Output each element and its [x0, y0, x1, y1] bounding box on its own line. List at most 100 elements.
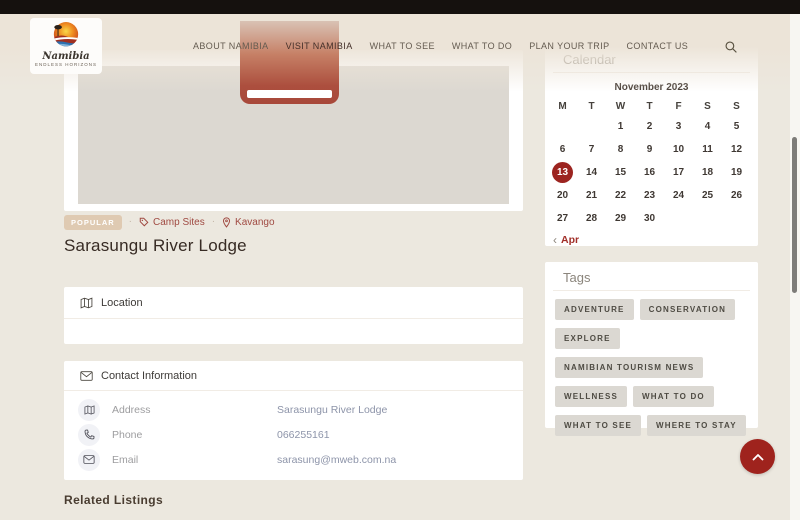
- calendar-day[interactable]: 13: [548, 161, 577, 184]
- calendar-day[interactable]: 11: [693, 138, 722, 161]
- site-logo[interactable]: Namibia Endless Horizons: [30, 18, 102, 74]
- calendar-day[interactable]: 24: [664, 184, 693, 207]
- tag-chip-conservation[interactable]: CONSERVATION: [640, 299, 736, 320]
- contact-section: Contact Information AddressSarasungu Riv…: [64, 361, 523, 480]
- search-button[interactable]: [724, 40, 739, 55]
- contact-value-address[interactable]: Sarasungu River Lodge: [277, 404, 387, 416]
- calendar-day[interactable]: 22: [606, 184, 635, 207]
- dropdown-menu-item[interactable]: [247, 90, 332, 98]
- contact-label: Address: [112, 404, 277, 416]
- calendar-day[interactable]: 5: [722, 115, 751, 138]
- calendar-day[interactable]: 27: [548, 207, 577, 230]
- meta-separator: ·: [212, 217, 215, 227]
- calendar-selected-day[interactable]: 13: [552, 162, 573, 183]
- nav-item-plan-your-trip[interactable]: PLAN YOUR TRIP: [529, 41, 609, 51]
- nav-item-about-namibia[interactable]: ABOUT NAMIBIA: [193, 41, 269, 51]
- calendar-day[interactable]: 28: [577, 207, 606, 230]
- contact-row-address: AddressSarasungu River Lodge: [78, 397, 509, 422]
- calendar-day[interactable]: 19: [722, 161, 751, 184]
- contact-section-header: Contact Information: [64, 361, 523, 391]
- related-listings-heading: Related Listings: [64, 493, 163, 507]
- calendar-footer: ‹ Apr: [553, 234, 758, 246]
- tag-list: ADVENTURE CONSERVATION EXPLORE NAMIBIAN TOU…: [545, 291, 758, 444]
- search-icon: [724, 40, 739, 55]
- nav-item-what-to-do[interactable]: WHAT TO DO: [452, 41, 512, 51]
- calendar-day[interactable]: 4: [693, 115, 722, 138]
- map-icon: [80, 297, 93, 309]
- calendar-empty-cell: [548, 115, 577, 138]
- map-pin-icon: [222, 217, 231, 228]
- calendar-weekday: M: [548, 98, 577, 115]
- location-section-title: Location: [101, 297, 143, 309]
- calendar-day[interactable]: 17: [664, 161, 693, 184]
- scrollbar-thumb[interactable]: [792, 137, 797, 293]
- scroll-to-top-button[interactable]: [740, 439, 775, 474]
- nav-menu: ABOUT NAMIBIA VISIT NAMIBIA WHAT TO SEE WHA…: [193, 41, 688, 51]
- calendar-day[interactable]: 25: [693, 184, 722, 207]
- calendar-weekday: F: [664, 98, 693, 115]
- calendar-day[interactable]: 20: [548, 184, 577, 207]
- meta-separator: ·: [129, 217, 132, 227]
- sunset-logo-icon: [48, 20, 84, 52]
- calendar-day[interactable]: 23: [635, 184, 664, 207]
- calendar-day[interactable]: 21: [577, 184, 606, 207]
- location-section: Location: [64, 287, 523, 344]
- category-label: Camp Sites: [153, 217, 205, 228]
- popular-badge: POPULAR: [64, 215, 122, 230]
- tag-chip-what-to-do[interactable]: WHAT TO DO: [633, 386, 714, 407]
- contact-value-email[interactable]: sarasung@mweb.com.na: [277, 454, 396, 466]
- region-link[interactable]: Kavango: [222, 217, 274, 228]
- logo-tagline-text: Endless Horizons: [35, 62, 97, 68]
- calendar-day[interactable]: 7: [577, 138, 606, 161]
- map-icon: [78, 399, 100, 421]
- calendar-empty-cell: [722, 207, 751, 230]
- page: POPULAR · Camp Sites · Kavango Sarasungu…: [0, 0, 800, 520]
- nav-item-what-to-see[interactable]: WHAT TO SEE: [370, 41, 435, 51]
- tag-chip-where-to-stay[interactable]: WHERE TO STAY: [647, 415, 746, 436]
- calendar-weekday: S: [693, 98, 722, 115]
- tags-widget-title: Tags: [553, 262, 750, 290]
- nav-item-visit-namibia[interactable]: VISIT NAMIBIA: [286, 41, 353, 51]
- email-icon: [78, 449, 100, 471]
- scrollbar-track[interactable]: [790, 14, 800, 520]
- calendar-day[interactable]: 26: [722, 184, 751, 207]
- contact-row-phone: Phone066255161: [78, 422, 509, 447]
- logo-brand-text: Namibia: [42, 52, 89, 62]
- category-link[interactable]: Camp Sites: [139, 217, 205, 228]
- calendar-day[interactable]: 14: [577, 161, 606, 184]
- tag-chip-namibian-tourism-news[interactable]: NAMIBIAN TOURISM NEWS: [555, 357, 703, 378]
- contact-value-phone[interactable]: 066255161: [277, 429, 330, 441]
- calendar-weekday: T: [577, 98, 606, 115]
- top-black-bar: [0, 0, 800, 14]
- tag-chip-what-to-see[interactable]: WHAT TO SEE: [555, 415, 641, 436]
- calendar-day[interactable]: 1: [606, 115, 635, 138]
- nav-item-contact-us[interactable]: CONTACT US: [627, 41, 689, 51]
- calendar-weekday: T: [635, 98, 664, 115]
- chevron-left-icon: ‹: [553, 235, 557, 245]
- tags-title-row: Tags: [553, 262, 750, 291]
- calendar-day[interactable]: 3: [664, 115, 693, 138]
- calendar-day[interactable]: 6: [548, 138, 577, 161]
- calendar-day[interactable]: 30: [635, 207, 664, 230]
- contact-row-email: Emailsarasung@mweb.com.na: [78, 447, 509, 472]
- calendar-day[interactable]: 29: [606, 207, 635, 230]
- calendar-empty-cell: [693, 207, 722, 230]
- calendar-day[interactable]: 8: [606, 138, 635, 161]
- calendar-day[interactable]: 9: [635, 138, 664, 161]
- calendar-day[interactable]: 10: [664, 138, 693, 161]
- calendar-day[interactable]: 15: [606, 161, 635, 184]
- tag-chip-explore[interactable]: EXPLORE: [555, 328, 620, 349]
- calendar-day[interactable]: 16: [635, 161, 664, 184]
- calendar-prev-month-link[interactable]: Apr: [561, 234, 579, 246]
- tags-widget: Tags ADVENTURE CONSERVATION EXPLORE NAMIBIA…: [545, 262, 758, 428]
- tag-chip-wellness[interactable]: WELLNESS: [555, 386, 627, 407]
- tag-chip-adventure[interactable]: ADVENTURE: [555, 299, 634, 320]
- calendar-day[interactable]: 12: [722, 138, 751, 161]
- calendar-day[interactable]: 2: [635, 115, 664, 138]
- page-title: Sarasungu River Lodge: [64, 236, 247, 256]
- calendar-day[interactable]: 18: [693, 161, 722, 184]
- contact-label: Phone: [112, 429, 277, 441]
- contact-rows: AddressSarasungu River LodgePhone0662551…: [64, 391, 523, 472]
- phone-icon: [78, 424, 100, 446]
- calendar-weekday: W: [606, 98, 635, 115]
